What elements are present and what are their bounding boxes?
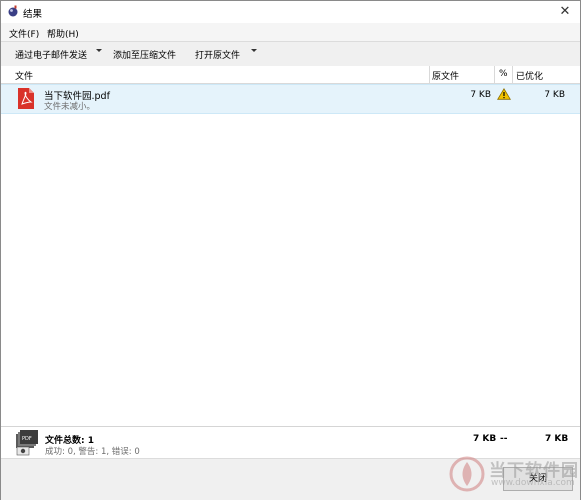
column-header: 文件 原文件 % 已优化 [1,66,580,84]
original-size: 7 KB [470,90,491,100]
col-percent[interactable]: % [499,69,508,79]
open-original-button[interactable]: 打开原文件 [195,48,240,61]
menu-file[interactable]: 文件(F) [9,27,39,40]
window-title: 结果 [23,9,43,20]
menu-bar: 文件(F) 帮助(H) [1,23,580,41]
add-to-zip-button[interactable]: 添加至压缩文件 [113,48,176,61]
col-optimized[interactable]: 已优化 [516,69,543,82]
window-close-button[interactable]: ✕ [556,3,574,21]
table-row[interactable]: 当下软件园.pdf 文件未减小。 7 KB 7 KB [1,84,580,114]
title-bar: 结果 ✕ [1,1,580,23]
col-file[interactable]: 文件 [15,69,33,82]
results-window: 结果 ✕ 文件(F) 帮助(H) 通过电子邮件发送 添加至压缩文件 打开原文件 … [0,0,581,500]
file-stack-icon: PDF [16,430,38,456]
result-counts: 成功: 0, 警告: 1, 错误: 0 [45,447,140,457]
send-email-button[interactable]: 通过电子邮件发送 [15,48,87,61]
watermark: 当下软件园 www.downxia.com [441,454,581,498]
watermark-url: www.downxia.com [491,478,575,488]
total-percent: -- [500,434,508,444]
col-original[interactable]: 原文件 [432,69,459,82]
svg-text:PDF: PDF [22,436,32,442]
total-original-size: 7 KB [473,434,497,444]
watermark-logo-icon [449,456,485,492]
menu-help[interactable]: 帮助(H) [47,27,79,40]
optimized-size: 7 KB [544,90,565,100]
send-email-dropdown-icon[interactable] [96,49,102,52]
warning-icon [497,88,511,100]
total-optimized-size: 7 KB [545,434,569,444]
open-original-dropdown-icon[interactable] [251,49,257,52]
file-status: 文件未减小。 [44,102,96,112]
toolbar: 通过电子邮件发送 添加至压缩文件 打开原文件 [1,41,580,67]
app-icon [8,5,18,17]
pdf-file-icon [18,88,34,109]
